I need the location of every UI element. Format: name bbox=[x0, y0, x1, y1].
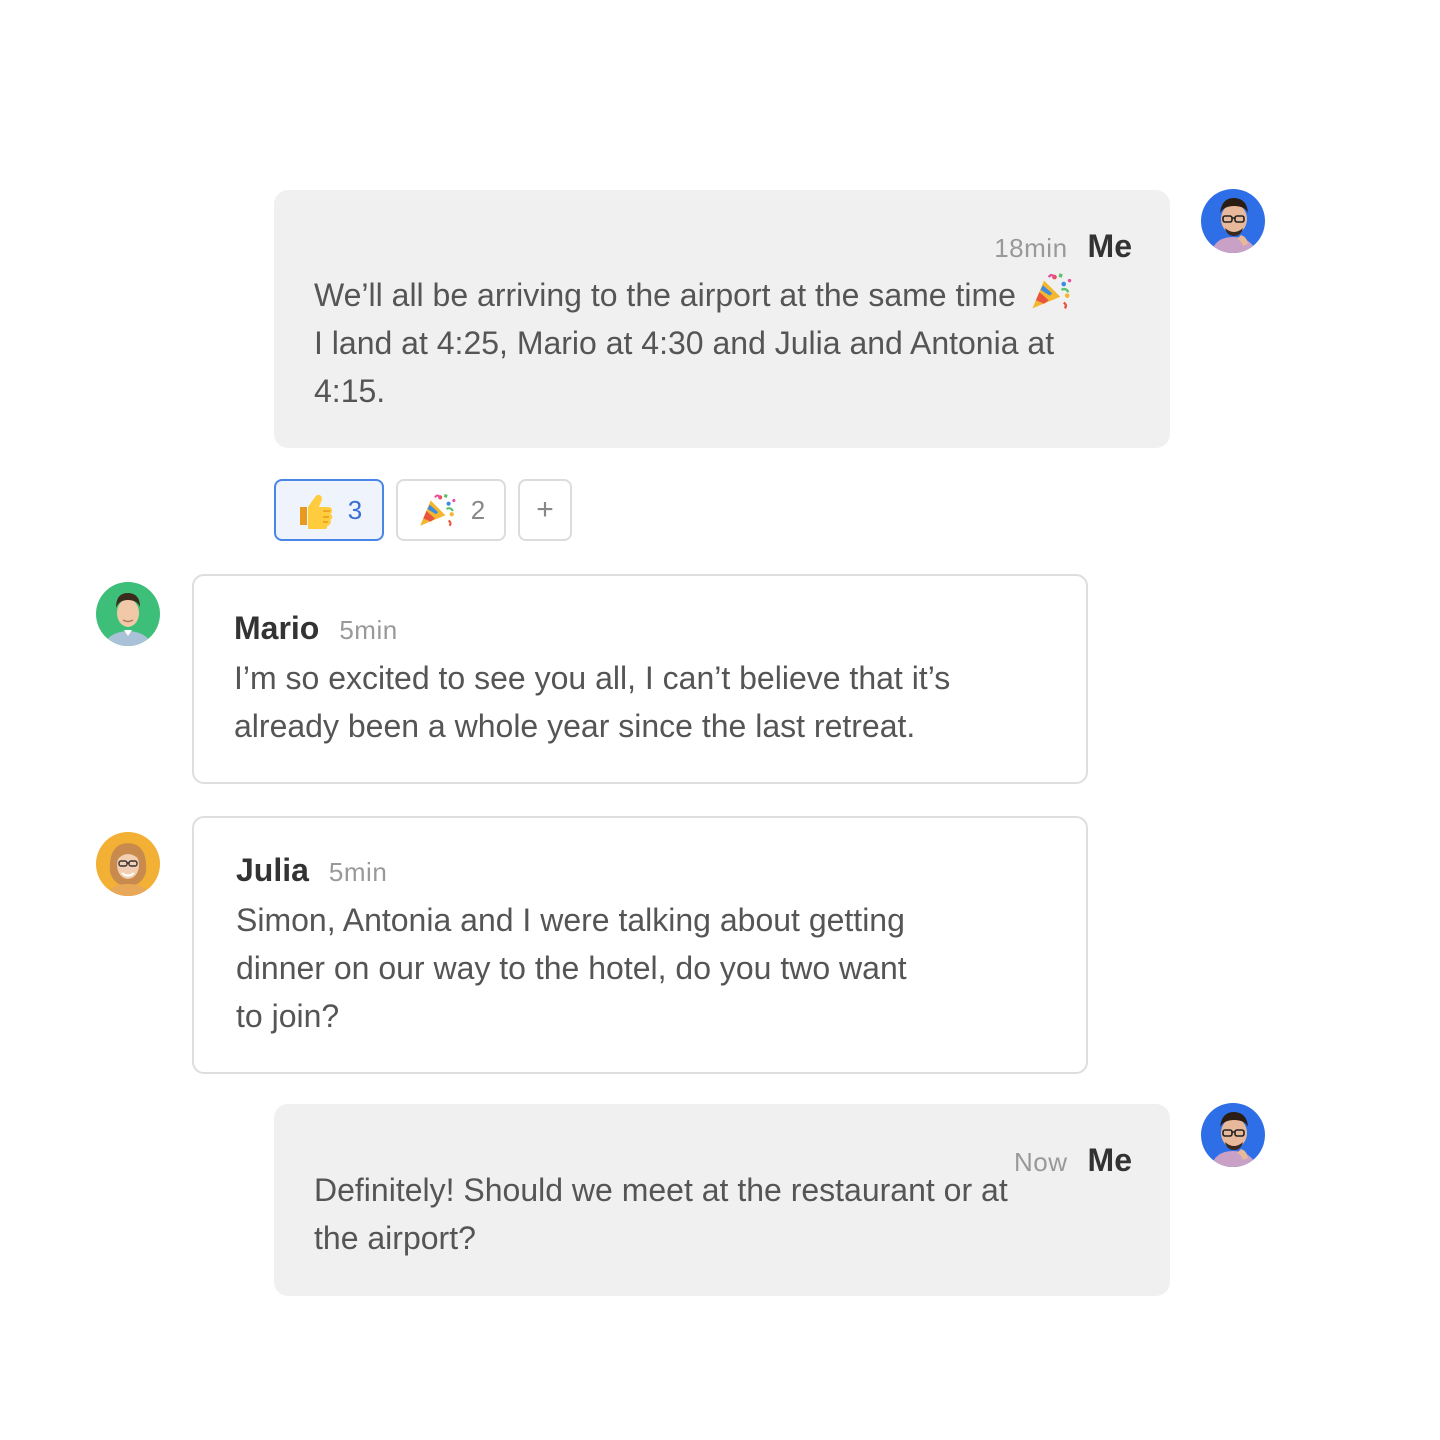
avatar-me[interactable] bbox=[1201, 189, 1265, 253]
message-bubble-mario: Mario 5min I’m so excited to see you all… bbox=[192, 574, 1088, 784]
message-meta: Julia 5min bbox=[236, 852, 387, 889]
party-popper-icon bbox=[418, 492, 457, 527]
message-line: dinner on our way to the hotel, do you t… bbox=[236, 950, 907, 986]
message-meta: Mario 5min bbox=[234, 610, 398, 647]
message-bubble-me-1: 18min Me We’ll all be arriving to the ai… bbox=[274, 190, 1170, 448]
message-text: Simon, Antonia and I were talking about … bbox=[236, 896, 1056, 1040]
message-text: I’m so excited to see you all, I can’t b… bbox=[234, 654, 1054, 750]
sender-name: Me bbox=[1087, 228, 1132, 264]
message-bubble-julia: Julia 5min Simon, Antonia and I were tal… bbox=[192, 816, 1088, 1074]
party-popper-icon bbox=[1031, 272, 1073, 310]
avatar-julia[interactable] bbox=[96, 832, 160, 896]
message-line: I land at 4:25, Mario at 4:30 and Julia … bbox=[314, 325, 1055, 361]
message-line: Definitely! Should we meet at the restau… bbox=[314, 1172, 1008, 1208]
message-meta: 18min Me bbox=[994, 228, 1132, 265]
message-line: We’ll all be arriving to the airport at … bbox=[314, 277, 1016, 313]
message-line: Simon, Antonia and I were talking about … bbox=[236, 902, 905, 938]
message-line: I’m so excited to see you all, I can’t b… bbox=[234, 660, 951, 696]
sender-name: Mario bbox=[234, 610, 320, 646]
add-reaction-icon: + bbox=[536, 493, 554, 526]
reaction-party-popper-button[interactable]: 2 bbox=[396, 479, 506, 541]
message-line: already been a whole year since the last… bbox=[234, 708, 916, 744]
add-reaction-button[interactable]: + bbox=[518, 479, 572, 541]
message-time: 5min bbox=[328, 857, 388, 887]
avatar-mario[interactable] bbox=[96, 582, 160, 646]
sender-name: Julia bbox=[236, 852, 309, 888]
message-time: 18min bbox=[994, 233, 1068, 263]
message-text: Definitely! Should we meet at the restau… bbox=[314, 1166, 1154, 1262]
thumbs-up-icon bbox=[299, 494, 333, 529]
message-line: to join? bbox=[236, 998, 340, 1034]
avatar-me[interactable] bbox=[1201, 1103, 1265, 1167]
message-time: 5min bbox=[339, 615, 398, 645]
reaction-count: 2 bbox=[470, 494, 486, 525]
message-text: We’ll all be arriving to the airport at … bbox=[314, 270, 1154, 415]
reaction-thumbs-up-button[interactable]: 3 bbox=[274, 479, 384, 541]
message-line: 4:15. bbox=[314, 373, 386, 409]
message-line: the airport? bbox=[314, 1220, 476, 1256]
message-bubble-me-2: Now Me Definitely! Should we meet at the… bbox=[274, 1104, 1170, 1296]
reaction-count: 3 bbox=[347, 494, 363, 525]
